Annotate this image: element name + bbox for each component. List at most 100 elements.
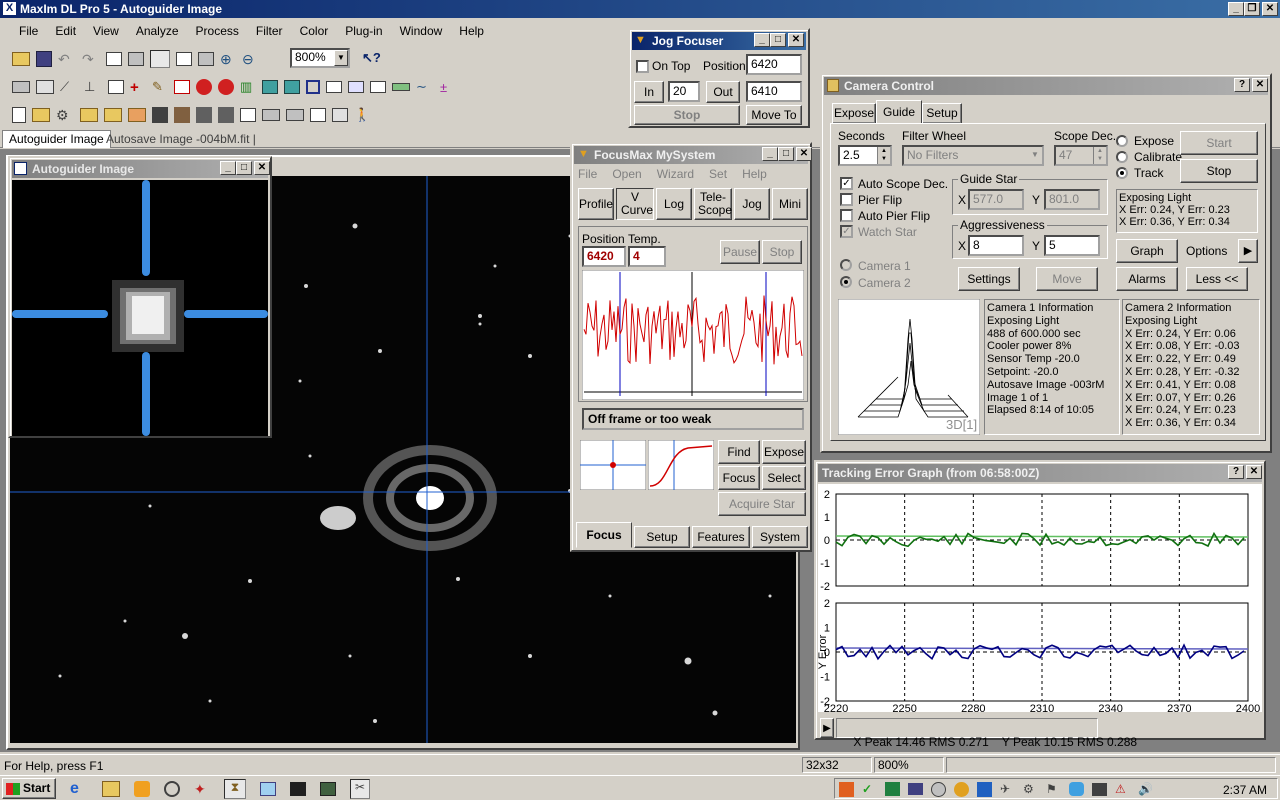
move-button[interactable]: Move: [1036, 267, 1098, 291]
ag-y-field[interactable]: 5: [1044, 235, 1100, 256]
move-to-button[interactable]: Move To: [746, 105, 802, 125]
image-icon[interactable]: [106, 52, 122, 66]
camera-icon[interactable]: [12, 81, 30, 93]
curve-icon[interactable]: [326, 81, 342, 93]
observatory-icon[interactable]: [36, 80, 54, 94]
zoom-select[interactable]: 800% ▼: [290, 48, 350, 68]
camera-tab-setup[interactable]: Setup: [922, 103, 962, 123]
jog-step-field[interactable]: 20: [668, 81, 700, 102]
menu-edit[interactable]: Edit: [55, 24, 76, 40]
save-2-icon[interactable]: [152, 107, 168, 123]
crosshair-icon[interactable]: [128, 52, 144, 66]
tracking-play-button[interactable]: ▶: [820, 718, 834, 738]
options-label[interactable]: Options: [1186, 244, 1227, 258]
focusmax-maximize-button[interactable]: □: [778, 147, 794, 161]
pause-button[interactable]: Pause: [720, 240, 760, 264]
window-app-icon[interactable]: [260, 782, 276, 796]
tray-disc-icon[interactable]: [931, 781, 946, 797]
gs-x-field[interactable]: 577.0: [968, 189, 1024, 210]
vcurve-button[interactable]: V Curve: [616, 188, 654, 220]
tray-globe-icon[interactable]: [977, 781, 992, 797]
tray-speaker-icon[interactable]: 🔊: [1138, 782, 1153, 796]
print-icon[interactable]: [262, 109, 280, 121]
telescope-icon[interactable]: ⟋: [60, 79, 78, 95]
doc-tab-autosave[interactable]: Autosave Image -004bM.fit |: [102, 131, 260, 147]
out-button[interactable]: Out: [706, 81, 740, 103]
camera2-radio[interactable]: [840, 276, 852, 288]
histogram-icon[interactable]: ▥: [240, 79, 256, 95]
tracking-help-button[interactable]: ?: [1228, 465, 1244, 479]
fm-tab-setup[interactable]: Setup: [634, 526, 690, 548]
fm-menu-help[interactable]: Help: [742, 167, 767, 181]
tray-screen-icon[interactable]: [1092, 782, 1107, 796]
settings-icon[interactable]: ⚙: [56, 107, 74, 124]
image-adjust-icon[interactable]: [348, 81, 364, 93]
log-button[interactable]: Log: [656, 188, 692, 220]
walk-icon[interactable]: 🚶: [354, 107, 370, 123]
seconds-field[interactable]: 2.5 ▲ ▼: [838, 145, 892, 166]
terminal-icon[interactable]: [290, 782, 306, 796]
plus-minus-icon[interactable]: ±: [440, 80, 458, 95]
menu-filter[interactable]: Filter: [256, 24, 283, 40]
tray-network-icon[interactable]: [839, 781, 854, 797]
tray-check-icon[interactable]: ✓: [862, 782, 877, 797]
jog-minimize-button[interactable]: _: [754, 33, 770, 47]
save-3-icon[interactable]: [174, 107, 190, 123]
save-4-icon[interactable]: [196, 107, 212, 123]
acquire-star-button[interactable]: Acquire Star: [718, 492, 806, 516]
menu-process[interactable]: Process: [196, 24, 239, 40]
fm-stop-button[interactable]: Stop: [762, 240, 802, 264]
clock-app-icon[interactable]: [164, 781, 180, 797]
hourglass-icon[interactable]: ⧗: [224, 779, 246, 799]
brush-icon[interactable]: ✎: [152, 79, 168, 95]
camera-stop-button[interactable]: Stop: [1180, 159, 1258, 183]
jog-button[interactable]: Jog: [734, 188, 770, 220]
zoom-out-icon[interactable]: ⊖: [242, 51, 258, 68]
jog-maximize-button[interactable]: □: [770, 33, 786, 47]
menu-window[interactable]: Window: [400, 24, 443, 40]
frame-icon[interactable]: [306, 80, 320, 94]
gs-y-field[interactable]: 801.0: [1044, 189, 1100, 210]
scope-dec-field[interactable]: 47 ▲ ▼: [1054, 145, 1108, 166]
focusmax-minimize-button[interactable]: _: [762, 147, 778, 161]
menu-view[interactable]: View: [93, 24, 119, 40]
paste-icon[interactable]: [332, 108, 348, 122]
jog-target-field[interactable]: 6410: [746, 81, 802, 102]
mode-track-radio[interactable]: [1116, 167, 1128, 179]
autoguider-minimize-button[interactable]: _: [220, 161, 236, 175]
spinner-icon[interactable]: ▲ ▼: [877, 147, 890, 164]
auto-scope-dec-checkbox[interactable]: ✓: [840, 177, 853, 190]
jog-position-field[interactable]: 6420: [746, 54, 802, 75]
camera-close-button[interactable]: ✕: [1252, 78, 1268, 92]
focusmax-close-button[interactable]: ✕: [796, 147, 812, 161]
mode-expose-radio[interactable]: [1116, 135, 1128, 147]
watch-star-checkbox[interactable]: ✓: [840, 225, 853, 238]
save-icon[interactable]: [36, 51, 52, 67]
camera-tab-guide[interactable]: Guide: [876, 100, 922, 124]
mount-icon[interactable]: ⊥: [84, 79, 102, 95]
options-arrow-button[interactable]: ▶: [1238, 239, 1258, 263]
fm-tab-features[interactable]: Features: [692, 526, 750, 548]
fm-menu-wizard[interactable]: Wizard: [657, 167, 694, 181]
find-button[interactable]: Find: [718, 440, 760, 464]
open-2-icon[interactable]: [32, 108, 50, 122]
layers-icon[interactable]: [262, 80, 278, 94]
undo-icon[interactable]: ↶: [58, 51, 76, 68]
doc-tab-autoguider[interactable]: Autoguider Image: [2, 130, 111, 148]
settings-button[interactable]: Settings: [958, 267, 1020, 291]
copy-2-icon[interactable]: [310, 108, 326, 122]
menu-color[interactable]: Color: [300, 24, 329, 40]
stack-icon[interactable]: [284, 80, 300, 94]
focus-button[interactable]: Focus: [718, 466, 760, 490]
autoguider-close-button[interactable]: ✕: [254, 161, 270, 175]
fm-menu-file[interactable]: File: [578, 167, 597, 181]
display-icon[interactable]: [320, 782, 336, 796]
pin-icon[interactable]: ✦: [194, 781, 210, 798]
less-button[interactable]: Less <<: [1186, 267, 1248, 291]
tray-car-icon[interactable]: [908, 783, 923, 795]
tray-tool-icon[interactable]: ✈: [1000, 782, 1015, 796]
mini-button[interactable]: Mini: [772, 188, 808, 220]
open-icon[interactable]: [12, 52, 30, 66]
in-button[interactable]: In: [634, 81, 664, 103]
ag-x-field[interactable]: 8: [968, 235, 1024, 256]
